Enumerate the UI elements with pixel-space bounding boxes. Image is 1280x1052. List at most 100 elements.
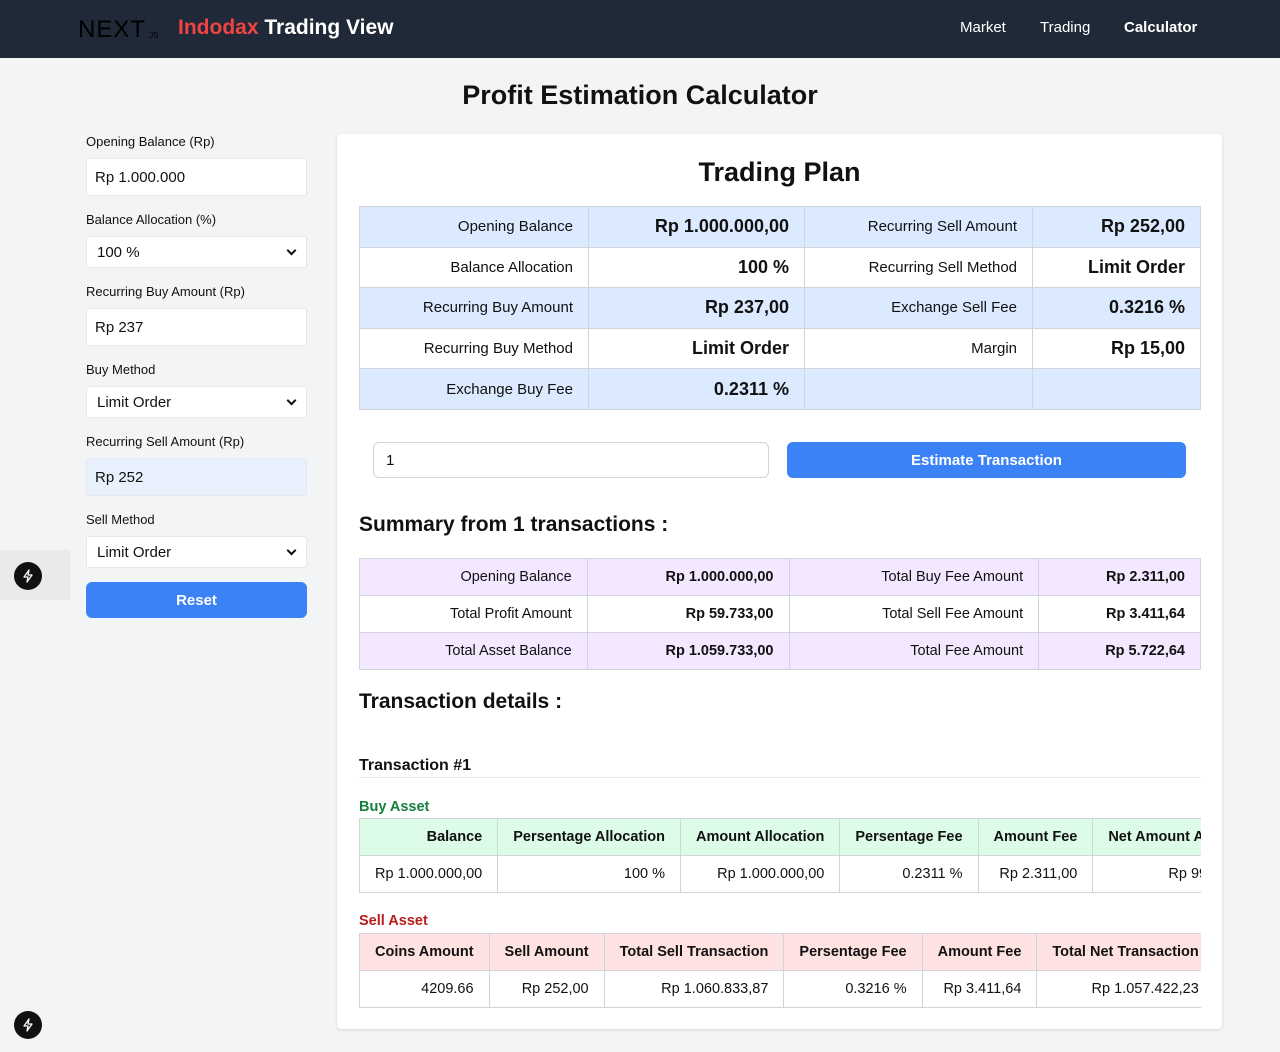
- table-row: Total Profit Amount Rp 59.733,00 Total S…: [359, 595, 1201, 633]
- summary-value: Rp 2.311,00: [1038, 558, 1201, 596]
- reset-button[interactable]: Reset: [86, 582, 307, 618]
- plan-value: Rp 15,00: [1032, 327, 1201, 370]
- logo-suffix: .JS: [147, 31, 159, 40]
- buy-method-label: Buy Method: [86, 362, 156, 377]
- plan-value: Rp 1.000.000,00: [588, 206, 805, 248]
- column-header: Balance: [359, 818, 499, 856]
- plan-label: Balance Allocation: [359, 246, 589, 289]
- summary-value: Rp 5.722,64: [1038, 632, 1201, 670]
- nav-link-trading[interactable]: Trading: [1040, 19, 1090, 37]
- column-header: Persentage Fee: [839, 818, 979, 856]
- table-row: 4209.66 Rp 252,00 Rp 1.060.833,87 0.3216…: [359, 970, 1201, 1008]
- summary-value: Rp 1.059.733,00: [586, 632, 790, 670]
- table-cell: Rp 1.057.422,23: [1036, 970, 1201, 1008]
- plan-label: Recurring Buy Amount: [359, 287, 589, 329]
- calculator-form: Opening Balance (Rp) Rp 1.000.000 Balanc…: [86, 134, 307, 568]
- sell-amount-value: Rp 252: [95, 468, 144, 486]
- logo-text: NEXT: [78, 16, 147, 43]
- plan-value: Rp 237,00: [588, 287, 805, 329]
- plan-label: Opening Balance: [359, 206, 589, 248]
- buy-amount-label: Recurring Buy Amount (Rp): [86, 284, 245, 299]
- table-row: Opening Balance Rp 1.000.000,00 Total Bu…: [359, 558, 1201, 596]
- estimate-transaction-button[interactable]: Estimate Transaction: [787, 442, 1186, 478]
- summary-value: Rp 1.000.000,00: [586, 558, 790, 596]
- table-header-row: Coins Amount Sell Amount Total Sell Tran…: [359, 933, 1201, 971]
- transaction-title: Transaction #1: [359, 757, 472, 774]
- chevron-down-icon: [286, 545, 297, 555]
- table-cell: 4209.66: [359, 970, 490, 1008]
- table-cell: Rp 2.311,00: [977, 855, 1094, 893]
- plan-value: 0.3216 %: [1032, 287, 1201, 329]
- brand-title[interactable]: Indodax Trading View: [178, 15, 394, 41]
- summary-label: Total Buy Fee Amount: [788, 558, 1040, 596]
- buy-amount-input[interactable]: Rp 237: [86, 308, 307, 346]
- column-header: Net Amount Allocation: [1092, 818, 1201, 856]
- brand-name-white: Trading View: [264, 16, 394, 39]
- allocation-value: 100 %: [97, 243, 140, 261]
- summary-title: Summary from 1 transactions :: [359, 513, 669, 536]
- transaction-count-value: 1: [386, 451, 395, 469]
- buy-table-scroll[interactable]: Balance Persentage Allocation Amount All…: [359, 818, 1201, 893]
- allocation-select[interactable]: 100 %: [86, 236, 307, 268]
- plan-value: Rp 252,00: [1032, 206, 1201, 248]
- plan-label: Exchange Buy Fee: [359, 368, 589, 410]
- table-row: Total Asset Balance Rp 1.059.733,00 Tota…: [359, 632, 1201, 670]
- buy-asset-label: Buy Asset: [359, 799, 430, 815]
- column-header: Total Net Transaction: [1036, 933, 1201, 971]
- table-row: Exchange Buy Fee 0.2311 %: [359, 368, 1201, 410]
- column-header: Sell Amount: [488, 933, 605, 971]
- plan-label: Recurring Sell Amount: [804, 206, 1033, 248]
- summary-label: Total Profit Amount: [359, 595, 588, 633]
- trading-plan-title: Trading Plan: [698, 157, 861, 187]
- table-row: Recurring Buy Method Limit Order Margin …: [359, 327, 1201, 370]
- plan-value: Limit Order: [1032, 246, 1201, 289]
- navbar: NEXT .JS Indodax Trading View Market Tra…: [0, 0, 1280, 58]
- nav-link-calculator[interactable]: Calculator: [1124, 19, 1197, 37]
- divider: [359, 777, 1201, 778]
- transaction-count-input[interactable]: 1: [373, 442, 769, 478]
- plan-label: Margin: [804, 327, 1033, 370]
- buy-amount-value: Rp 237: [95, 318, 144, 336]
- plan-value: [1032, 368, 1201, 410]
- plan-label: Recurring Sell Method: [804, 246, 1033, 289]
- lightning-icon[interactable]: [14, 562, 42, 590]
- opening-balance-input[interactable]: Rp 1.000.000: [86, 158, 307, 196]
- sell-amount-label: Recurring Sell Amount (Rp): [86, 434, 245, 449]
- summary-table: Opening Balance Rp 1.000.000,00 Total Bu…: [359, 558, 1201, 670]
- buy-asset-table: Balance Persentage Allocation Amount All…: [359, 818, 1201, 893]
- brand-name-red: Indodax: [178, 16, 259, 39]
- table-header-row: Balance Persentage Allocation Amount All…: [359, 818, 1201, 856]
- plan-value: Limit Order: [588, 327, 805, 370]
- buy-method-value: Limit Order: [97, 393, 172, 411]
- results-card: Trading Plan Opening Balance Rp 1.000.00…: [337, 134, 1222, 1029]
- transaction-details-title: Transaction details :: [359, 690, 563, 713]
- buy-method-select[interactable]: Limit Order: [86, 386, 307, 418]
- sell-method-label: Sell Method: [86, 512, 155, 527]
- table-cell: Rp 1.000.000,00: [359, 855, 499, 893]
- nextjs-logo[interactable]: NEXT .JS: [78, 16, 159, 43]
- table-cell: Rp 252,00: [488, 970, 605, 1008]
- opening-balance-value: Rp 1.000.000: [95, 168, 186, 186]
- summary-label: Opening Balance: [359, 558, 588, 596]
- chevron-down-icon: [286, 245, 297, 255]
- summary-value: Rp 3.411,64: [1038, 595, 1201, 633]
- lightning-icon[interactable]: [14, 1011, 42, 1039]
- sell-method-select[interactable]: Limit Order: [86, 536, 307, 568]
- table-cell: Rp 997.689,00: [1092, 855, 1201, 893]
- column-header: Coins Amount: [359, 933, 490, 971]
- summary-label: Total Fee Amount: [788, 632, 1040, 670]
- column-header: Persentage Fee: [783, 933, 923, 971]
- sell-amount-input[interactable]: Rp 252: [86, 458, 307, 496]
- opening-balance-label: Opening Balance (Rp): [86, 134, 215, 149]
- table-row: Rp 1.000.000,00 100 % Rp 1.000.000,00 0.…: [359, 855, 1201, 893]
- sell-table-scroll[interactable]: Coins Amount Sell Amount Total Sell Tran…: [359, 933, 1201, 1008]
- nav-link-market[interactable]: Market: [960, 19, 1006, 37]
- chevron-down-icon: [286, 395, 297, 405]
- table-cell: 0.3216 %: [783, 970, 923, 1008]
- table-row: Opening Balance Rp 1.000.000,00 Recurrin…: [359, 206, 1201, 248]
- table-cell: Rp 1.060.833,87: [603, 970, 785, 1008]
- table-cell: 0.2311 %: [839, 855, 979, 893]
- table-cell: Rp 1.000.000,00: [679, 855, 841, 893]
- plan-label: Recurring Buy Method: [359, 327, 589, 370]
- table-cell: 100 %: [497, 855, 681, 893]
